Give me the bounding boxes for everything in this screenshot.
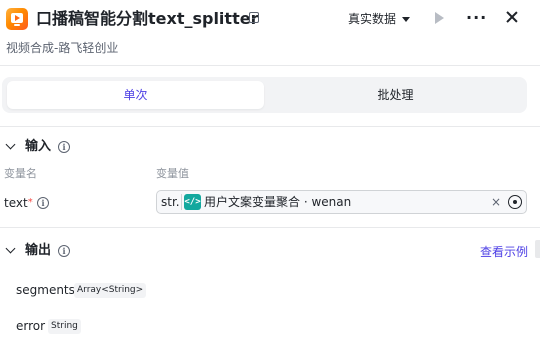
panel-header: 口播稿智能分割text_splitter 真实数据 ··· 视频合成-路飞轻创业 xyxy=(0,0,540,66)
output-field-name: segments xyxy=(16,283,75,297)
collapse-input-chevron-icon[interactable] xyxy=(5,139,16,150)
info-icon[interactable]: i xyxy=(37,197,49,209)
clear-icon[interactable]: × xyxy=(491,194,501,210)
mode-tabs: 单次 批处理 xyxy=(2,77,527,113)
side-handle[interactable] xyxy=(535,240,540,258)
view-example-link[interactable]: 查看示例 xyxy=(480,243,528,261)
input-section-title: 输入 xyxy=(25,139,52,154)
divider xyxy=(0,227,540,228)
close-icon[interactable] xyxy=(503,8,521,28)
run-button[interactable] xyxy=(431,9,447,27)
column-header-value: 变量值 xyxy=(156,167,189,180)
data-source-select[interactable]: 真实数据 xyxy=(348,10,396,28)
divider xyxy=(0,65,540,66)
node-type-icon xyxy=(249,12,259,23)
variable-value-field[interactable]: str. </> 用户文案变量聚合 · wenan × xyxy=(156,190,527,214)
type-prefix: str. xyxy=(161,195,180,209)
page-title: 口播稿智能分割text_splitter xyxy=(36,9,259,28)
info-icon[interactable]: i xyxy=(58,245,70,257)
target-icon[interactable] xyxy=(508,195,522,209)
code-icon: </> xyxy=(184,194,201,210)
output-field-name: error xyxy=(16,319,46,333)
tab-batch[interactable]: 批处理 xyxy=(267,81,524,109)
collapse-output-chevron-icon[interactable] xyxy=(5,243,16,254)
variable-name: text* xyxy=(4,194,33,212)
type-tag: Array<String> xyxy=(74,283,147,298)
divider xyxy=(0,126,540,127)
required-mark: * xyxy=(27,197,33,208)
divider xyxy=(181,194,182,210)
variable-name-label: text xyxy=(4,196,28,210)
variable-reference[interactable]: 用户文案变量聚合 · wenan xyxy=(204,194,351,210)
video-play-icon xyxy=(6,8,28,30)
more-icon[interactable]: ··· xyxy=(466,8,488,28)
chevron-down-icon[interactable] xyxy=(402,17,410,22)
type-tag: String xyxy=(48,319,81,334)
tab-single[interactable]: 单次 xyxy=(7,81,264,109)
column-header-name: 变量名 xyxy=(4,167,37,180)
output-section-title: 输出 xyxy=(25,243,52,258)
info-icon[interactable]: i xyxy=(58,141,70,153)
page-subtitle: 视频合成-路飞轻创业 xyxy=(6,41,119,55)
